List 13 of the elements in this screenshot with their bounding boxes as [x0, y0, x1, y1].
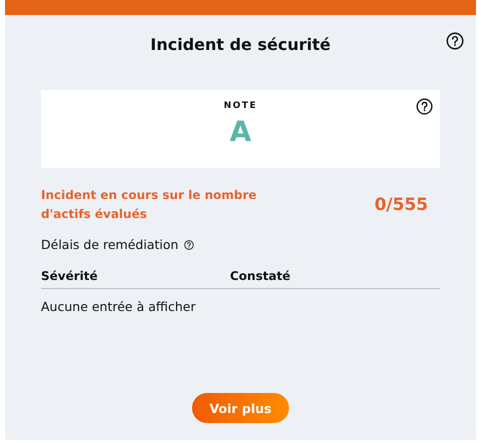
incident-count: 0/555: [374, 195, 428, 215]
incident-label: Incident en cours sur le nombre d'actifs évalués: [41, 187, 258, 223]
note-grade: A: [230, 115, 252, 148]
remediation-title: Délais de remédiation: [41, 237, 178, 252]
help-icon[interactable]: [184, 240, 194, 250]
column-header: Constaté: [230, 269, 292, 283]
column-header: Sévérité: [41, 269, 99, 283]
note-label: NOTE: [224, 101, 258, 111]
empty-message: Aucune entrée à afficher: [41, 299, 197, 314]
help-icon[interactable]: [446, 32, 464, 50]
help-icon[interactable]: [416, 98, 433, 115]
see-more-button[interactable]: Voir plus: [192, 393, 289, 423]
card-title: Incident de sécurité: [150, 35, 331, 56]
